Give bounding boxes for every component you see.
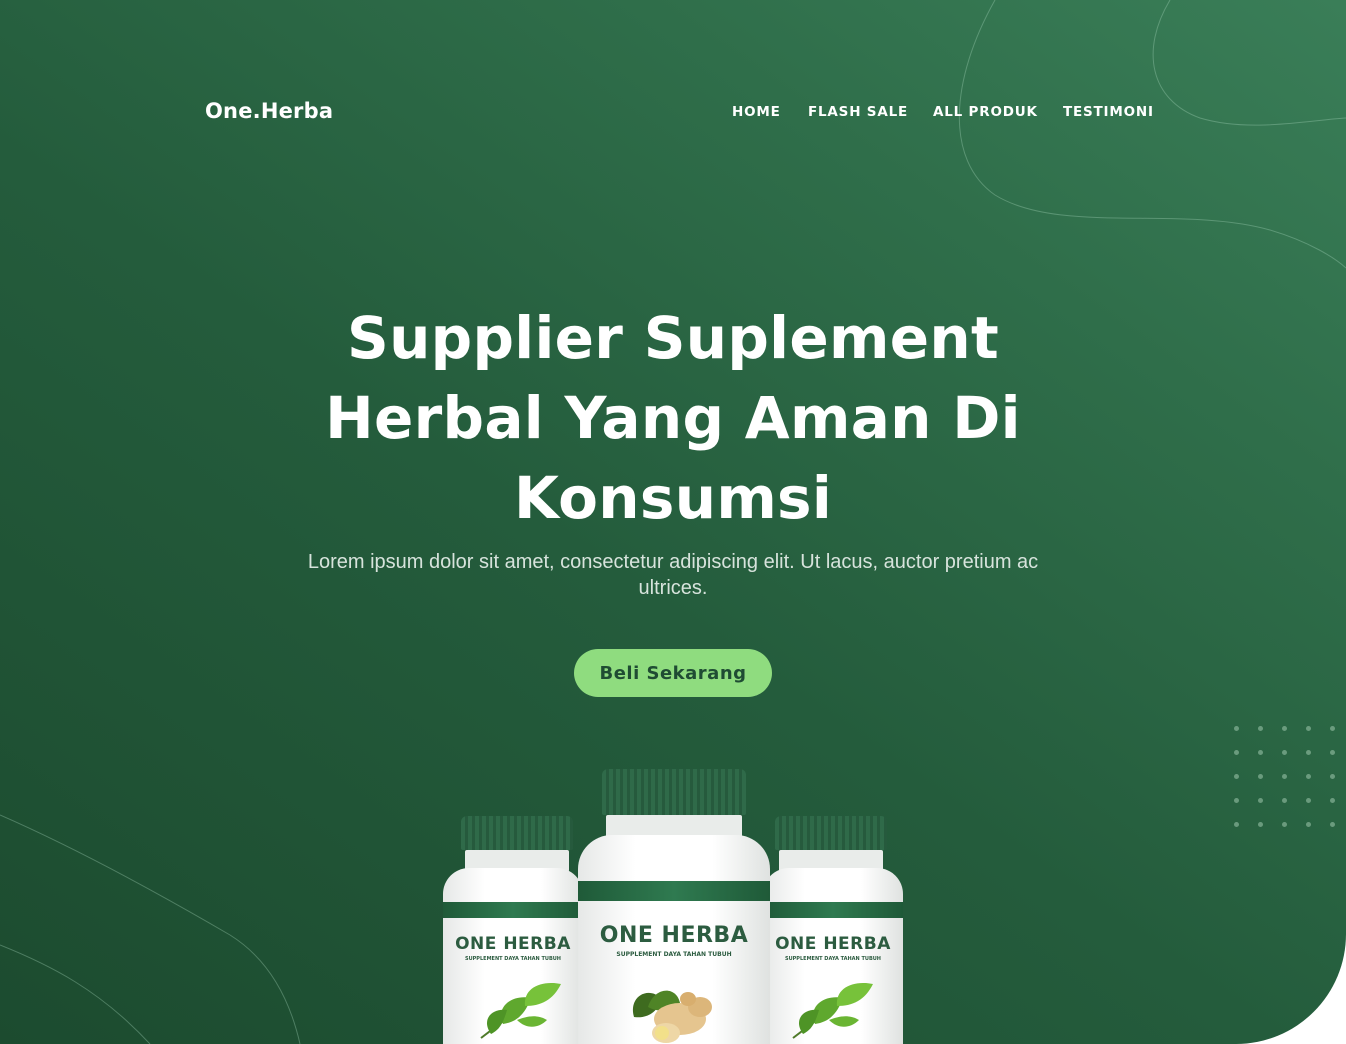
- hero-title-line: Herbal Yang Aman Di: [325, 384, 1021, 452]
- ginger-root-icon: [632, 990, 712, 1043]
- grid-dot: [1258, 750, 1263, 755]
- product-tagline: SUPPLEMENT DAYA TAHAN TUBUH: [784, 956, 881, 962]
- buy-now-button[interactable]: Beli Sekarang: [574, 649, 772, 697]
- product-brand-label: ONE HERBA: [599, 923, 749, 948]
- product-bottle-left: ONE HERBA SUPPLEMENT DAYA TAHAN TUBUH: [443, 816, 583, 1044]
- grid-dot: [1258, 798, 1263, 803]
- hero-section: One.Herba HOME FLASH SALE ALL PRODUK TES…: [0, 0, 1346, 1044]
- main-nav: HOME FLASH SALE ALL PRODUK TESTIMONI: [0, 104, 1346, 124]
- grid-dot: [1306, 726, 1311, 731]
- grid-dot: [1306, 750, 1311, 755]
- green-leaves-icon: [792, 982, 873, 1039]
- nav-testimoni[interactable]: TESTIMONI: [1063, 104, 1154, 120]
- product-brand-label: ONE HERBA: [775, 934, 891, 954]
- dot-grid-decoration: [1232, 722, 1342, 832]
- product-bottle-right: ONE HERBA SUPPLEMENT DAYA TAHAN TUBUH: [763, 816, 903, 1044]
- grid-dot: [1306, 798, 1311, 803]
- bottle-cap: [775, 816, 887, 850]
- hero-title-line: Supplier Suplement: [347, 304, 999, 372]
- nav-all-produk[interactable]: ALL PRODUK: [933, 104, 1038, 120]
- grid-dot: [1330, 798, 1335, 803]
- bottle-cap: [461, 816, 573, 850]
- product-bottle-center: ONE HERBA SUPPLEMENT DAYA TAHAN TUBUH: [578, 769, 770, 1044]
- grid-dot: [1234, 774, 1239, 779]
- grid-dot: [1234, 798, 1239, 803]
- grid-dot: [1234, 750, 1239, 755]
- grid-dot: [1306, 822, 1311, 827]
- grid-dot: [1258, 774, 1263, 779]
- grid-dot: [1234, 822, 1239, 827]
- green-leaves-icon: [480, 982, 561, 1039]
- nav-flash-sale[interactable]: FLASH SALE: [808, 104, 908, 120]
- grid-dot: [1330, 774, 1335, 779]
- grid-dot: [1330, 750, 1335, 755]
- bottle-cap: [602, 769, 746, 815]
- grid-dot: [1258, 726, 1263, 731]
- product-tagline: SUPPLEMENT DAYA TAHAN TUBUH: [616, 951, 732, 958]
- product-brand-label: ONE HERBA: [455, 934, 571, 954]
- grid-dot: [1234, 726, 1239, 731]
- grid-dot: [1330, 726, 1335, 731]
- grid-dot: [1282, 726, 1287, 731]
- grid-dot: [1282, 798, 1287, 803]
- grid-dot: [1258, 822, 1263, 827]
- hero-subtitle: Lorem ipsum dolor sit amet, consectetur …: [243, 549, 1103, 601]
- grid-dot: [1330, 822, 1335, 827]
- hero-subtitle-line: ultrices.: [638, 577, 708, 599]
- hero-title: Supplier Suplement Herbal Yang Aman Di K…: [273, 298, 1073, 538]
- hero-title-line: Konsumsi: [513, 464, 833, 532]
- hero-subtitle-line: Lorem ipsum dolor sit amet, consectetur …: [307, 551, 1039, 573]
- grid-dot: [1282, 774, 1287, 779]
- grid-dot: [1306, 774, 1311, 779]
- grid-dot: [1282, 750, 1287, 755]
- nav-home[interactable]: HOME: [732, 104, 781, 120]
- grid-dot: [1282, 822, 1287, 827]
- product-tagline: SUPPLEMENT DAYA TAHAN TUBUH: [464, 956, 561, 962]
